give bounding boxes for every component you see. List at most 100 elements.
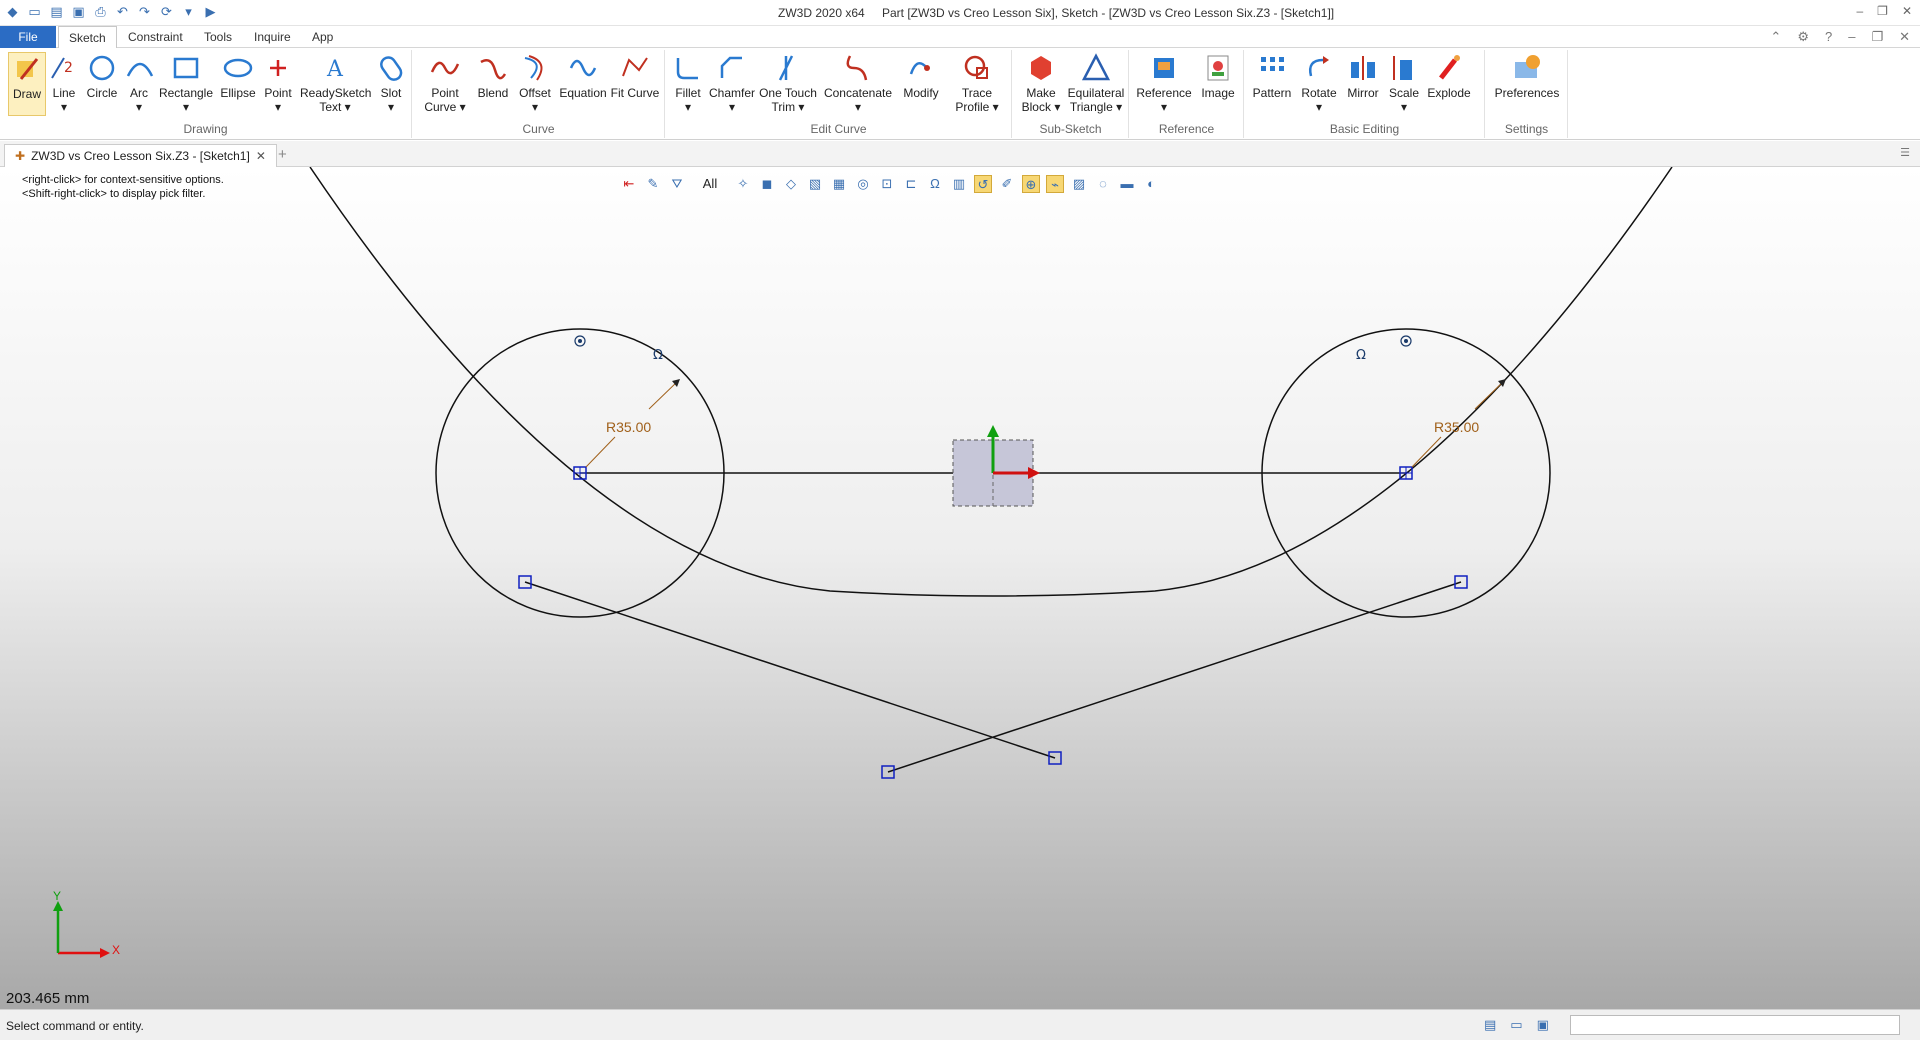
preferences-button[interactable]: Preferences — [1490, 52, 1564, 116]
file-menu[interactable]: File — [0, 26, 56, 48]
close-doc-icon[interactable]: ✕ — [1899, 29, 1910, 45]
open-folder-icon[interactable]: ▤ — [48, 3, 65, 20]
readysketch-text-button[interactable]: A ReadySketch Text ▾ — [300, 52, 371, 116]
customize-icon[interactable]: ▾ — [180, 3, 197, 20]
point-button[interactable]: Point ▾ — [262, 52, 294, 116]
status-icons: ▤ ▭ ▣ — [1484, 1017, 1549, 1033]
undo-icon[interactable]: ↶ — [114, 3, 131, 20]
snap-icon[interactable]: ⊕ — [1022, 175, 1040, 193]
scale-icon — [1393, 56, 1412, 80]
offset-button[interactable]: Offset ▾ — [515, 52, 555, 116]
add-tab-icon[interactable]: + — [278, 146, 287, 163]
blend-icon — [480, 59, 507, 80]
fillet-button[interactable]: Fillet ▾ — [670, 52, 706, 116]
smart-pick-icon[interactable]: ⌁ — [1046, 175, 1064, 193]
mirror-button[interactable]: Mirror — [1343, 52, 1383, 116]
trace-profile-button[interactable]: Trace Profile ▾ — [948, 52, 1006, 116]
scale-button[interactable]: Scale ▾ — [1385, 52, 1423, 116]
draw-button[interactable]: Draw — [8, 52, 46, 116]
one-touch-trim-button[interactable]: One Touch Trim ▾ — [758, 52, 818, 116]
tab-tools[interactable]: Tools — [194, 26, 242, 48]
slot-button[interactable]: Slot ▾ — [376, 52, 406, 116]
pick-filter-select[interactable]: All — [692, 175, 728, 193]
filter-icon[interactable]: ⛛ — [668, 175, 686, 193]
menu-bar: File Sketch Constraint Tools Inquire App… — [0, 26, 1920, 49]
tangent-line-right[interactable] — [887, 581, 1462, 773]
new-file-icon[interactable]: ▭ — [26, 3, 43, 20]
highlight-icon[interactable]: ✎ — [644, 175, 662, 193]
display-mode-icon[interactable]: ▧ — [806, 175, 824, 193]
tangent-constraint-icon[interactable]: Ω — [1356, 348, 1366, 363]
constraint-icon[interactable]: Ω — [926, 175, 944, 193]
group-reference: Reference ▾ Image Reference — [1130, 50, 1244, 138]
save-icon[interactable]: ▣ — [70, 3, 87, 20]
command-input[interactable] — [1570, 1015, 1900, 1035]
equation-button[interactable]: Equation — [557, 52, 609, 116]
play-icon[interactable]: ▶ — [202, 3, 219, 20]
make-block-button[interactable]: Make Block ▾ — [1017, 52, 1065, 116]
line-style-icon[interactable]: ▬ — [1118, 175, 1136, 193]
hide-icon[interactable]: ◌ — [1094, 175, 1112, 193]
rotate-button[interactable]: Rotate ▾ — [1297, 52, 1341, 116]
ellipse-button[interactable]: Ellipse — [218, 52, 258, 116]
window-icon[interactable]: ▣ — [1537, 1017, 1549, 1033]
minimize-icon[interactable]: – — [1856, 4, 1863, 18]
image-button[interactable]: Image — [1196, 52, 1240, 116]
refresh-icon[interactable]: ⟳ — [158, 3, 175, 20]
collapse-ribbon-icon[interactable]: ⌃ — [1770, 29, 1781, 45]
orient-icon[interactable]: ◐ — [1142, 175, 1160, 193]
pick-tool-icon[interactable]: ✧ — [734, 175, 752, 193]
exit-sketch-icon[interactable]: ⇤ — [620, 175, 638, 193]
tab-sketch[interactable]: Sketch — [58, 26, 117, 49]
curve-display-icon[interactable]: ↺ — [974, 175, 992, 193]
tab-constraint[interactable]: Constraint — [118, 26, 193, 48]
tab-menu-icon[interactable]: ☰ — [1900, 146, 1910, 159]
radius-dimension-right[interactable]: R35.00 — [1434, 419, 1479, 435]
gear-icon[interactable]: ⚙ — [1797, 29, 1809, 45]
minimize-doc-icon[interactable]: – — [1848, 29, 1855, 45]
grid-icon[interactable]: ▦ — [830, 175, 848, 193]
tangent-line-left[interactable] — [524, 581, 1056, 759]
tangent-constraint-icon[interactable]: Ω — [653, 348, 663, 363]
fit-curve-button[interactable]: Fit Curve — [609, 52, 661, 116]
layer-icon[interactable]: ▨ — [1070, 175, 1088, 193]
modify-button[interactable]: Modify — [898, 52, 944, 116]
line-button[interactable]: 2 Line ▾ — [48, 52, 80, 116]
tab-inquire[interactable]: Inquire — [244, 26, 301, 48]
restore-doc-icon[interactable]: ❐ — [1871, 29, 1883, 45]
app-logo-icon[interactable]: ◆ — [4, 3, 21, 20]
horizontal-icon[interactable]: ⊏ — [902, 175, 920, 193]
document-tab[interactable]: ✚ ZW3D vs Creo Lesson Six.Z3 - [Sketch1]… — [4, 144, 277, 167]
view-cube-icon[interactable]: ◇ — [782, 175, 800, 193]
reference-button[interactable]: Reference ▾ — [1134, 52, 1194, 116]
close-tab-icon[interactable]: ✕ — [256, 145, 266, 167]
sketch-canvas[interactable]: Ω Ω — [0, 167, 1920, 1009]
tab-app[interactable]: App — [302, 26, 343, 48]
shaded-view-icon[interactable]: ◼ — [758, 175, 776, 193]
point-curve-button[interactable]: Point Curve ▾ — [421, 52, 469, 116]
help-icon[interactable]: ? — [1825, 29, 1832, 45]
restore-icon[interactable]: ❐ — [1877, 4, 1888, 18]
large-arc[interactable] — [309, 167, 1673, 597]
arc-button[interactable]: Arc ▾ — [124, 52, 154, 116]
annotate-icon[interactable]: ✐ — [998, 175, 1016, 193]
pattern-button[interactable]: Pattern — [1249, 52, 1295, 116]
equilateral-triangle-button[interactable]: Equilateral Triangle ▾ — [1065, 52, 1127, 116]
dimension-icon[interactable]: ⊡ — [878, 175, 896, 193]
monitor-icon[interactable]: ▭ — [1510, 1017, 1522, 1033]
chamfer-button[interactable]: Chamfer ▾ — [708, 52, 756, 116]
close-icon[interactable]: ✕ — [1902, 4, 1912, 18]
explode-button[interactable]: Explode — [1425, 52, 1473, 116]
report-icon[interactable]: ▤ — [1484, 1017, 1496, 1033]
blend-button[interactable]: Blend — [473, 52, 513, 116]
rectangle-button[interactable]: Rectangle ▾ — [158, 52, 214, 116]
circle-button[interactable]: Circle — [84, 52, 120, 116]
triad-x-label: X — [112, 943, 121, 957]
concatenate-button[interactable]: Concatenate ▾ — [822, 52, 894, 116]
print-icon[interactable]: ⎙ — [92, 3, 109, 20]
redo-icon[interactable]: ↷ — [136, 3, 153, 20]
sketch-viewport[interactable]: Ω Ω <right-click> for context-sensitive … — [0, 167, 1920, 1009]
render-icon[interactable]: ◎ — [854, 175, 872, 193]
radius-dimension-left[interactable]: R35.00 — [606, 419, 651, 435]
color-icon[interactable]: ▥ — [950, 175, 968, 193]
